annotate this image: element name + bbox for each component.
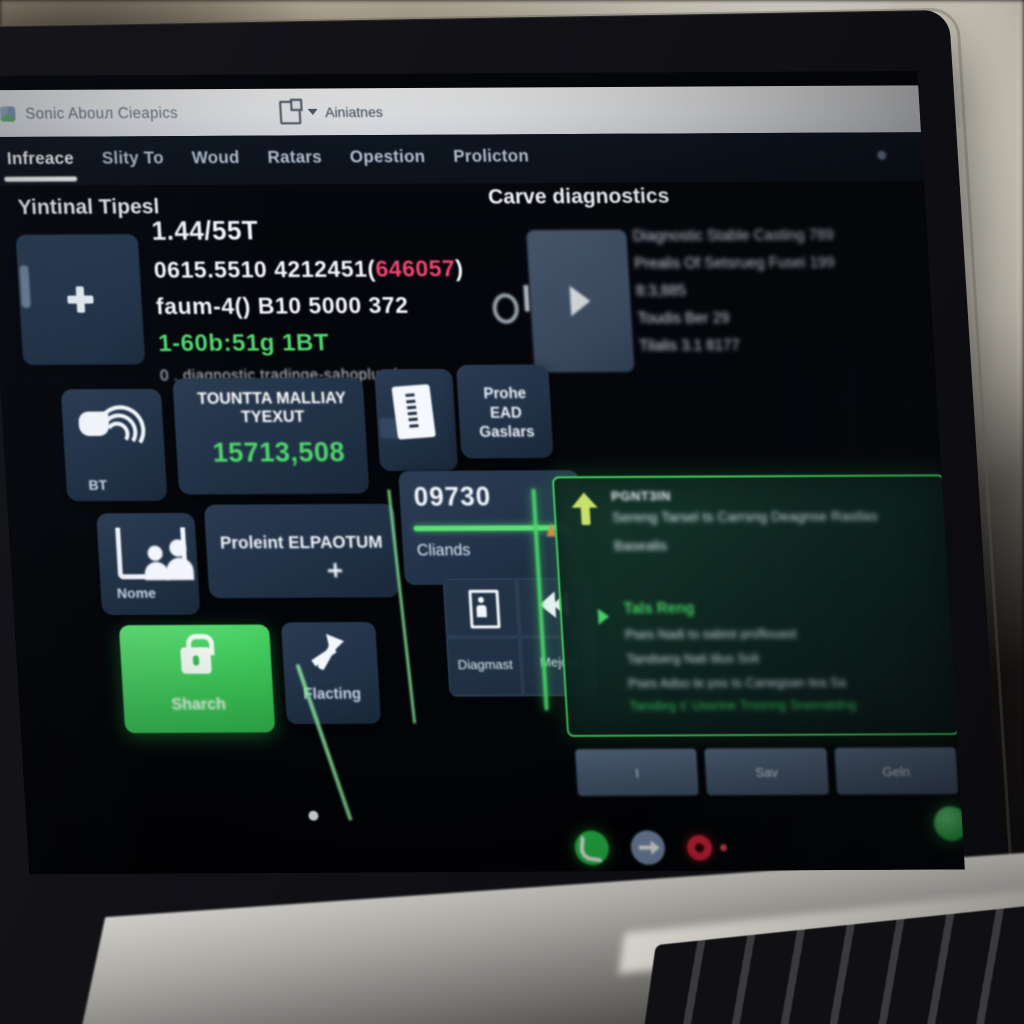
record-status-dot [719, 843, 728, 851]
quad-label-left: Diagmast [457, 656, 514, 673]
person-body-1 [144, 561, 170, 581]
laptop-screen: Sonic Abouл Cieapics Ainiatnes Infreace … [0, 71, 965, 875]
patient-tile[interactable]: Proleint ELPAOTUM [203, 503, 400, 599]
alert-line-2: Basealis [613, 536, 668, 554]
people-icon [115, 527, 195, 581]
progress-value: 09730 [412, 480, 493, 512]
tab-woud[interactable]: Woud [185, 142, 263, 179]
play-icon [569, 285, 592, 317]
diagnostics-list: Diagnostic Stable Casting 789 Prealis Of… [632, 226, 941, 365]
progress-fill [413, 525, 566, 532]
status-ring-icon [491, 293, 520, 324]
person-body-2 [165, 557, 195, 581]
content-area: Yintinal Tipesl Carve diagnostics 1.44/5… [0, 181, 965, 874]
tab-bar: Infreace Slity To Woud Ratars Opestion P… [0, 132, 924, 186]
alert-button-2[interactable]: Sav [704, 747, 829, 796]
chevron-down-icon [307, 108, 319, 116]
hero-line-2-prefix: 0615.5510 4212451( [152, 255, 377, 283]
probe-tile-label: Prohe EAD Gaslars [478, 384, 536, 441]
trend-up-icon [571, 492, 599, 525]
hero-readout: 1.44/55T 0615.5510 4212451(646057) faum-… [151, 214, 492, 394]
secure-button-label: Sharch [170, 696, 227, 714]
list-item: 8:3,885 [635, 282, 687, 300]
sparkle-icon [327, 563, 342, 577]
quad-cell-diagmast[interactable]: Diagmast [446, 637, 523, 696]
people-tile-label: Nome [116, 584, 157, 601]
add-card[interactable] [15, 234, 146, 366]
probe-tile[interactable]: Prohe EAD Gaslars [455, 364, 554, 459]
signal-arc-3 [92, 401, 151, 459]
list-item: Tilalis 3.1 8177 [638, 336, 741, 355]
hero-line-2-suffix: ) [454, 254, 465, 282]
progress-label: Cliands [416, 541, 471, 560]
tab-opestion[interactable]: Opestion [343, 141, 449, 178]
alert-button-row: I Sav Geln [574, 747, 959, 797]
title-bar: Sonic Abouл Cieapics Ainiatnes [0, 85, 921, 138]
total-tile[interactable]: TOUNTTA MALLIAY TYEXUT 15713,508 [172, 377, 370, 495]
diagnostics-play-card[interactable] [526, 229, 635, 373]
status-indicator-dot [932, 806, 965, 842]
secure-button[interactable]: Sharch [118, 624, 276, 734]
hero-line-1: 1.44/55T [150, 215, 260, 247]
quad-cell-badge[interactable] [442, 578, 520, 637]
app-logo-icon [0, 105, 16, 122]
accent-endpoint-dot [308, 810, 319, 821]
alert-subheading: Tals Reng [623, 599, 695, 618]
forward-button[interactable]: Flacting [280, 621, 382, 725]
id-badge-icon [468, 589, 501, 629]
probe-icon-tile[interactable] [374, 368, 459, 472]
hero-line-2: 0615.5510 4212451(646057) [153, 255, 485, 284]
hero-line-4: 1-60b:51ɡ 1BT [157, 328, 330, 358]
record-icon [694, 842, 705, 852]
alert-footer: Tansbrg s' Ussrine Trssnng Srasnatdng [629, 696, 857, 714]
lock-icon [180, 647, 212, 674]
tab-ratars[interactable]: Ratars [261, 141, 345, 178]
patient-tile-label: Proleint ELPAOTUM [219, 532, 384, 553]
alert-panel: PGNT3IN Sereng Tarsel ts Carrsng Deagnse… [551, 474, 960, 738]
tab-slity-to[interactable]: Slity To [95, 142, 187, 179]
toolbar-dropdown[interactable]: Ainiatnes [279, 100, 383, 124]
phone-icon [578, 833, 606, 863]
alert-bullet-2: Tandserg Nati tilus Soli [626, 650, 760, 667]
person-head-2 [168, 539, 187, 557]
arrow-right-icon [638, 845, 658, 850]
tab-infreace[interactable]: Infreace [0, 143, 97, 180]
dropdown-label: Ainiatnes [324, 103, 384, 121]
signal-icon [78, 401, 151, 459]
call-bar [573, 830, 728, 866]
screenshot-stage: Sonic Abouл Cieapics Ainiatnes Infreace … [0, 0, 1024, 1024]
app-window: Sonic Abouл Cieapics Ainiatnes Infreace … [0, 71, 965, 875]
alert-button-3[interactable]: Geln [834, 747, 959, 795]
total-tile-value: 15713,508 [211, 436, 346, 468]
alert-heading: PGNT3IN [610, 487, 672, 504]
report-document-icon [391, 384, 436, 440]
section-title-left: Yintinal Tipesl [17, 195, 160, 220]
tab-prolicton[interactable]: Prolicton [446, 140, 552, 177]
call-button[interactable] [573, 830, 610, 866]
window-title: Sonic Abouл Cieapics [24, 104, 179, 123]
hero-line-3: faum-4() B10 5000 372 [155, 291, 410, 320]
forward-arrow-head [326, 631, 347, 654]
alert-bullet-3: Pses Adso te pss ts Canegsan tea Sa [627, 674, 847, 691]
plus-icon [67, 286, 95, 313]
section-title-right: Carve diagnostics [487, 184, 670, 209]
signal-tile[interactable]: BT [60, 388, 168, 502]
record-button[interactable] [686, 834, 713, 861]
total-tile-label: TOUNTTA MALLIAY TYEXUT [196, 389, 347, 427]
alert-button-1[interactable]: I [574, 748, 700, 797]
forward-button-label: Flacting [302, 685, 362, 703]
list-item: Diagnostic Stable Casting 789 [632, 226, 835, 245]
hero-line-2-negative: 646057 [374, 254, 457, 282]
person-head-1 [147, 545, 164, 561]
next-button[interactable] [629, 830, 666, 866]
list-item: Toudis Ber 29 [637, 309, 730, 328]
list-item: Prealis Of Setsrueg Fusei 199 [633, 253, 836, 273]
alert-bullet-1: Pses Nadi to sabist prsflouast [624, 625, 798, 642]
tab-overflow-dot[interactable] [877, 150, 887, 160]
alert-line-1: Sereng Tarsel ts Carrsng Deagnse Rastlas [611, 507, 879, 525]
expand-chevron-icon[interactable] [597, 608, 610, 625]
signal-tile-label: BT [87, 476, 108, 494]
document-icon [279, 100, 302, 124]
people-tile[interactable]: Nome [96, 512, 201, 616]
